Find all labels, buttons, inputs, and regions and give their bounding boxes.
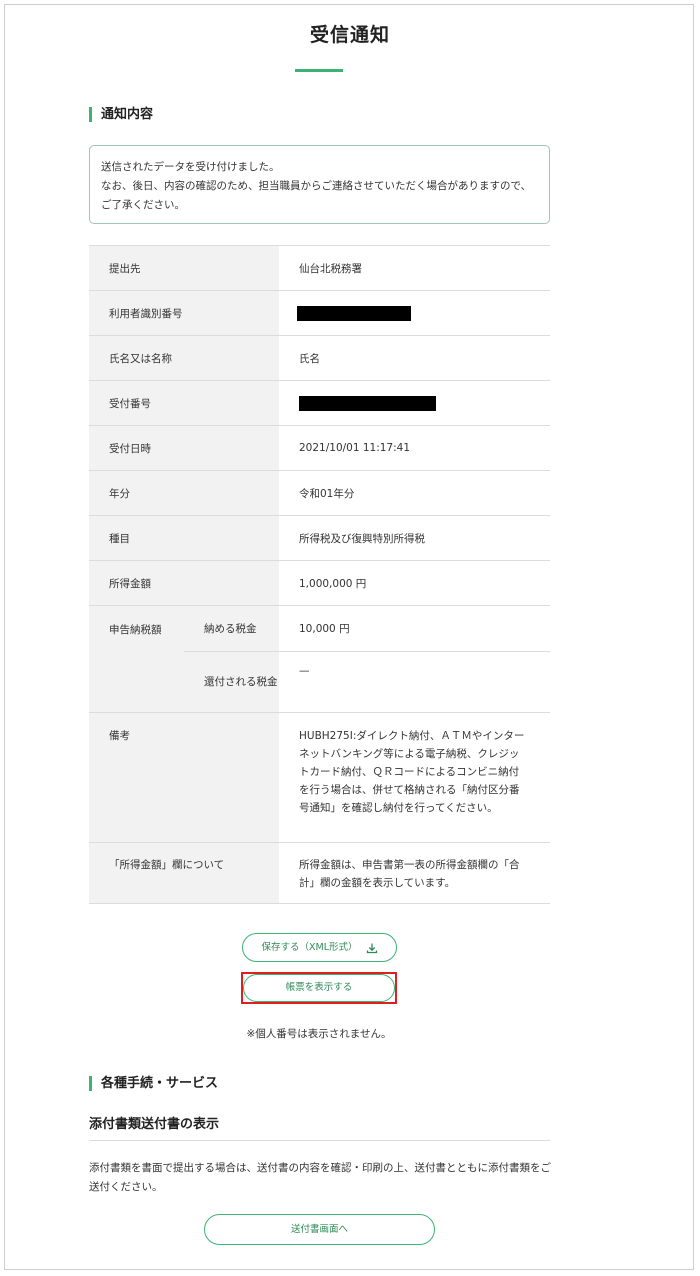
table-row: 受付番号 xyxy=(89,380,550,426)
year-label: 年分 xyxy=(89,470,279,516)
receipt-datetime-label: 受付日時 xyxy=(89,425,279,471)
notice-message-box: 送信されたデータを受け付けました。 なお、後日、内容の確認のため、担当職員からご… xyxy=(89,145,550,224)
submit-to-value: 仙台北税務署 xyxy=(279,245,550,291)
tax-refund-label: 還付される税金 xyxy=(184,651,279,713)
table-row: 申告納税額 納める税金 10,000 円 xyxy=(89,605,550,713)
table-row: 提出先 仙台北税務署 xyxy=(89,245,550,291)
page-title: 受信通知 xyxy=(309,24,390,46)
notice-message-line2: なお、後日、内容の確認のため、担当職員からご連絡させていただく場合がありますので… xyxy=(101,180,532,211)
tax-label: 申告納税額 xyxy=(89,605,184,713)
income-label: 所得金額 xyxy=(89,560,279,606)
download-icon xyxy=(366,943,377,953)
table-row: 受付日時 2021/10/01 11:17:41 xyxy=(89,425,550,471)
notice-section-heading: 通知内容 xyxy=(89,107,153,122)
table-row: 氏名又は名称 氏名 xyxy=(89,335,550,381)
tax-refund-value: — xyxy=(279,651,550,713)
table-row: 備考 HUBH275I:ダイレクト納付、ＡＴＭやインターネットバンキング等による… xyxy=(89,712,550,843)
attachment-description: 添付書類を書面で提出する場合は、送付書の内容を確認・印刷の上、送付書とともに添付… xyxy=(89,1162,551,1193)
year-value: 令和01年分 xyxy=(279,470,550,516)
submit-to-label: 提出先 xyxy=(89,245,279,291)
receipt-datetime-value: 2021/10/01 11:17:41 xyxy=(279,425,550,471)
personal-number-note: ※個人番号は表示されません。 xyxy=(246,1028,392,1040)
save-xml-button[interactable]: 保存する（XML形式） xyxy=(242,933,397,962)
notice-details-table: 提出先 仙台北税務署 利用者識別番号 氏名又は名称 氏名 受付番号 受付日時 2… xyxy=(89,245,550,904)
redacted-block xyxy=(297,305,411,321)
services-section-heading: 各種手続・サービス xyxy=(89,1076,218,1091)
item-value: 所得税及び復興特別所得税 xyxy=(279,515,550,561)
table-row: 「所得金額」欄について 所得金額は、申告書第一表の所得金額欄の「合計」欄の金額を… xyxy=(89,842,550,904)
remarks-label: 備考 xyxy=(89,712,279,843)
table-row: 年分 令和01年分 xyxy=(89,470,550,516)
cover-letter-button[interactable]: 送付書画面へ xyxy=(204,1214,435,1245)
receipt-number-value xyxy=(279,380,550,426)
receipt-number-label: 受付番号 xyxy=(89,380,279,426)
redacted-block xyxy=(299,395,436,411)
highlight-box xyxy=(241,972,397,1004)
user-id-label: 利用者識別番号 xyxy=(89,290,279,336)
table-row: 種目 所得税及び復興特別所得税 xyxy=(89,515,550,561)
income-value: 1,000,000 円 xyxy=(279,560,550,606)
name-value: 氏名 xyxy=(279,335,550,381)
cover-letter-label: 送付書画面へ xyxy=(290,1224,348,1235)
title-underline xyxy=(295,69,343,72)
save-xml-label: 保存する（XML形式） xyxy=(261,942,358,953)
notice-message-line1: 送信されたデータを受け付けました。 xyxy=(101,161,280,173)
remarks-value: HUBH275I:ダイレクト納付、ＡＴＭやインターネットバンキング等による電子納… xyxy=(279,712,550,843)
attachment-subheading: 添付書類送付書の表示 xyxy=(89,1113,550,1141)
item-label: 種目 xyxy=(89,515,279,561)
tax-pay-value: 10,000 円 xyxy=(279,605,550,652)
name-label: 氏名又は名称 xyxy=(89,335,279,381)
tax-pay-label: 納める税金 xyxy=(184,605,279,652)
table-row: 所得金額 1,000,000 円 xyxy=(89,560,550,606)
user-id-value xyxy=(279,290,550,336)
table-row: 利用者識別番号 xyxy=(89,290,550,336)
income-note-label: 「所得金額」欄について xyxy=(89,842,279,904)
income-note-value: 所得金額は、申告書第一表の所得金額欄の「合計」欄の金額を表示しています。 xyxy=(279,842,550,904)
